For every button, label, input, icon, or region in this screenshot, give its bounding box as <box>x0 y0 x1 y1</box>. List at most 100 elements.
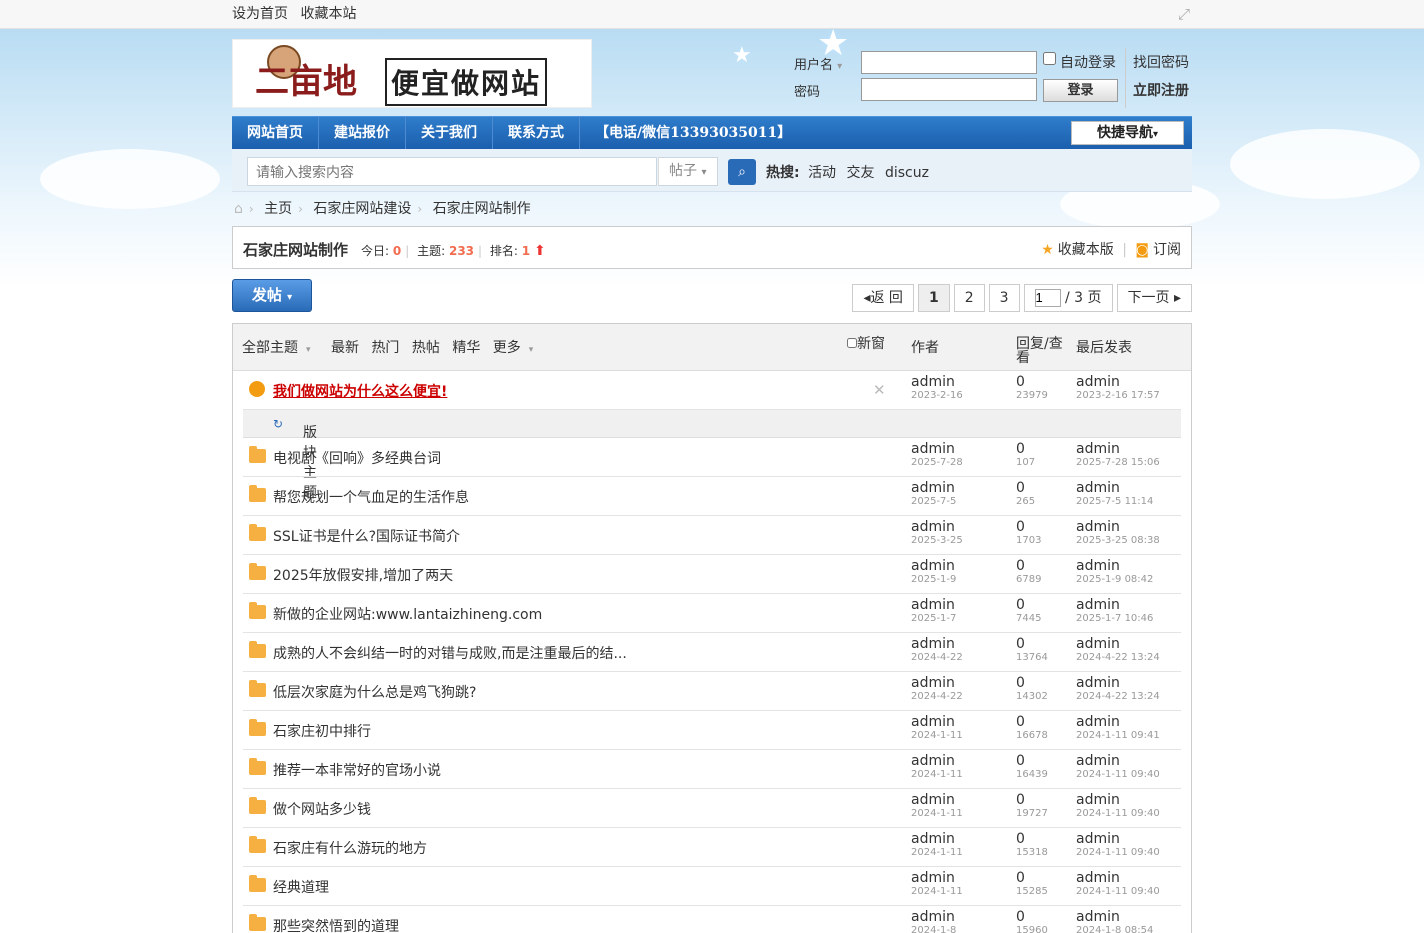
thread-title[interactable]: 推荐一本非常好的官场小说 <box>273 760 441 780</box>
last-time[interactable]: 2024-1-11 09:40 <box>1076 769 1160 781</box>
subscribe-link[interactable]: 订阅 <box>1153 242 1181 258</box>
new-window-toggle[interactable]: 新窗 <box>847 333 885 353</box>
search-button[interactable]: ⌕ <box>728 159 756 185</box>
filter-more[interactable]: 更多 ▾ <box>493 340 542 356</box>
page-2[interactable]: 2 <box>953 284 985 312</box>
expand-icon[interactable]: ⤢ <box>1176 6 1192 22</box>
thread-author[interactable]: admin <box>911 753 955 769</box>
last-author[interactable]: admin <box>1076 597 1120 613</box>
thread-title[interactable]: 经典道理 <box>273 877 329 897</box>
filter-hot-posts[interactable]: 热帖 <box>412 340 440 356</box>
auto-login-checkbox[interactable] <box>1043 52 1056 65</box>
thread-title[interactable]: 2025年放假安排,增加了两天 <box>273 565 453 585</box>
filter-latest[interactable]: 最新 <box>331 340 359 356</box>
thread-title[interactable]: SSL证书是什么?国际证书简介 <box>273 526 460 546</box>
last-author[interactable]: admin <box>1076 792 1120 808</box>
last-time[interactable]: 2024-4-22 13:24 <box>1076 691 1160 703</box>
thread-title[interactable]: 低层次家庭为什么总是鸡飞狗跳? <box>273 682 476 702</box>
hot-search-item[interactable]: 交友 <box>847 165 875 181</box>
breadcrumb-item[interactable]: 石家庄网站建设 <box>313 201 411 217</box>
username-input[interactable] <box>861 51 1037 74</box>
nav-item-pricing[interactable]: 建站报价 <box>319 117 406 150</box>
quick-nav-button[interactable]: 快捷导航▾ <box>1071 121 1184 145</box>
nav-item-phone[interactable]: 【电话/微信13393035011】 <box>580 117 806 150</box>
username-label[interactable]: 用户名 ▾ <box>794 54 842 73</box>
new-window-checkbox[interactable] <box>847 338 857 348</box>
login-button[interactable]: 登录 <box>1043 79 1118 102</box>
home-icon[interactable]: ⌂ <box>234 201 243 217</box>
breadcrumb-item[interactable]: 石家庄网站制作 <box>433 201 531 217</box>
thread-title[interactable]: 电视剧《回响》多经典台词 <box>273 448 441 468</box>
set-home-link[interactable]: 设为首页 <box>232 6 288 22</box>
last-author[interactable]: admin <box>1076 870 1120 886</box>
new-post-button[interactable]: 发帖 ▾ <box>232 279 312 312</box>
thread-title[interactable]: 帮您规划一个气血足的生活作息 <box>273 487 469 507</box>
site-logo[interactable]: 二亩地 便宜做网站 <box>232 39 592 108</box>
last-author[interactable]: admin <box>1076 558 1120 574</box>
search-input[interactable] <box>248 158 658 185</box>
last-time[interactable]: 2024-1-11 09:40 <box>1076 808 1160 820</box>
thread-author[interactable]: admin <box>911 441 955 457</box>
last-time[interactable]: 2025-1-7 10:46 <box>1076 613 1153 625</box>
last-author[interactable]: admin <box>1076 909 1120 925</box>
hot-search-item[interactable]: 活动 <box>808 165 836 181</box>
find-password-link[interactable]: 找回密码 <box>1133 52 1189 72</box>
register-link[interactable]: 立即注册 <box>1133 80 1189 100</box>
last-time[interactable]: 2025-3-25 08:38 <box>1076 535 1160 547</box>
close-icon[interactable]: ✕ <box>873 381 886 399</box>
thread-title[interactable]: 那些突然悟到的道理 <box>273 916 399 933</box>
last-time[interactable]: 2024-1-11 09:40 <box>1076 847 1160 859</box>
last-author[interactable]: admin <box>1076 753 1120 769</box>
last-author[interactable]: admin <box>1076 374 1120 390</box>
thread-author[interactable]: admin <box>911 870 955 886</box>
nav-item-contact[interactable]: 联系方式 <box>493 117 580 150</box>
thread-author[interactable]: admin <box>911 374 955 390</box>
last-author[interactable]: admin <box>1076 480 1120 496</box>
search-type-select[interactable]: 帖子 ▾ <box>658 157 718 186</box>
thread-author[interactable]: admin <box>911 480 955 496</box>
last-author[interactable]: admin <box>1076 675 1120 691</box>
bookmark-link[interactable]: 收藏本站 <box>300 6 356 22</box>
thread-title[interactable]: 石家庄初中排行 <box>273 721 371 741</box>
next-page-button[interactable]: 下一页 ▸ <box>1116 284 1192 312</box>
thread-author[interactable]: admin <box>911 831 955 847</box>
thread-author[interactable]: admin <box>911 909 955 925</box>
thread-author[interactable]: admin <box>911 714 955 730</box>
refresh-icon[interactable]: ↻ <box>273 417 283 431</box>
hot-search-item[interactable]: discuz <box>885 165 929 181</box>
page-jump-input[interactable] <box>1034 288 1061 307</box>
last-author[interactable]: admin <box>1076 831 1120 847</box>
thread-author[interactable]: admin <box>911 792 955 808</box>
last-author[interactable]: admin <box>1076 636 1120 652</box>
breadcrumb-item[interactable]: 主页 <box>264 201 292 217</box>
last-author[interactable]: admin <box>1076 519 1120 535</box>
thread-author[interactable]: admin <box>911 558 955 574</box>
filter-digest[interactable]: 精华 <box>452 340 480 356</box>
favorite-link[interactable]: 收藏本版 <box>1058 242 1114 258</box>
page-3[interactable]: 3 <box>988 284 1020 312</box>
page-1[interactable]: 1 <box>917 284 950 312</box>
last-time[interactable]: 2025-1-9 08:42 <box>1076 574 1153 586</box>
back-button[interactable]: ◂返 回 <box>852 284 914 312</box>
last-author[interactable]: admin <box>1076 714 1120 730</box>
last-author[interactable]: admin <box>1076 441 1120 457</box>
thread-title[interactable]: 石家庄有什么游玩的地方 <box>273 838 427 858</box>
nav-item-home[interactable]: 网站首页 <box>232 117 319 150</box>
thread-author[interactable]: admin <box>911 675 955 691</box>
last-time[interactable]: 2024-1-8 08:54 <box>1076 925 1153 933</box>
thread-title[interactable]: 新做的企业网站:www.lantaizhineng.com <box>273 604 542 624</box>
thread-title[interactable]: 成熟的人不会纠结一时的对错与成败,而是注重最后的结... <box>273 643 627 663</box>
filter-all[interactable]: 全部主题 ▾ <box>242 340 319 356</box>
thread-title[interactable]: 做个网站多少钱 <box>273 799 371 819</box>
password-input[interactable] <box>861 78 1037 101</box>
last-time[interactable]: 2024-4-22 13:24 <box>1076 652 1160 664</box>
last-time[interactable]: 2023-2-16 17:57 <box>1076 390 1160 402</box>
last-time[interactable]: 2024-1-11 09:40 <box>1076 886 1160 898</box>
thread-title[interactable]: 我们做网站为什么这么便宜! <box>273 381 447 401</box>
thread-author[interactable]: admin <box>911 597 955 613</box>
last-time[interactable]: 2025-7-28 15:06 <box>1076 457 1160 469</box>
thread-author[interactable]: admin <box>911 636 955 652</box>
last-time[interactable]: 2025-7-5 11:14 <box>1076 496 1153 508</box>
nav-item-about[interactable]: 关于我们 <box>406 117 493 150</box>
thread-author[interactable]: admin <box>911 519 955 535</box>
